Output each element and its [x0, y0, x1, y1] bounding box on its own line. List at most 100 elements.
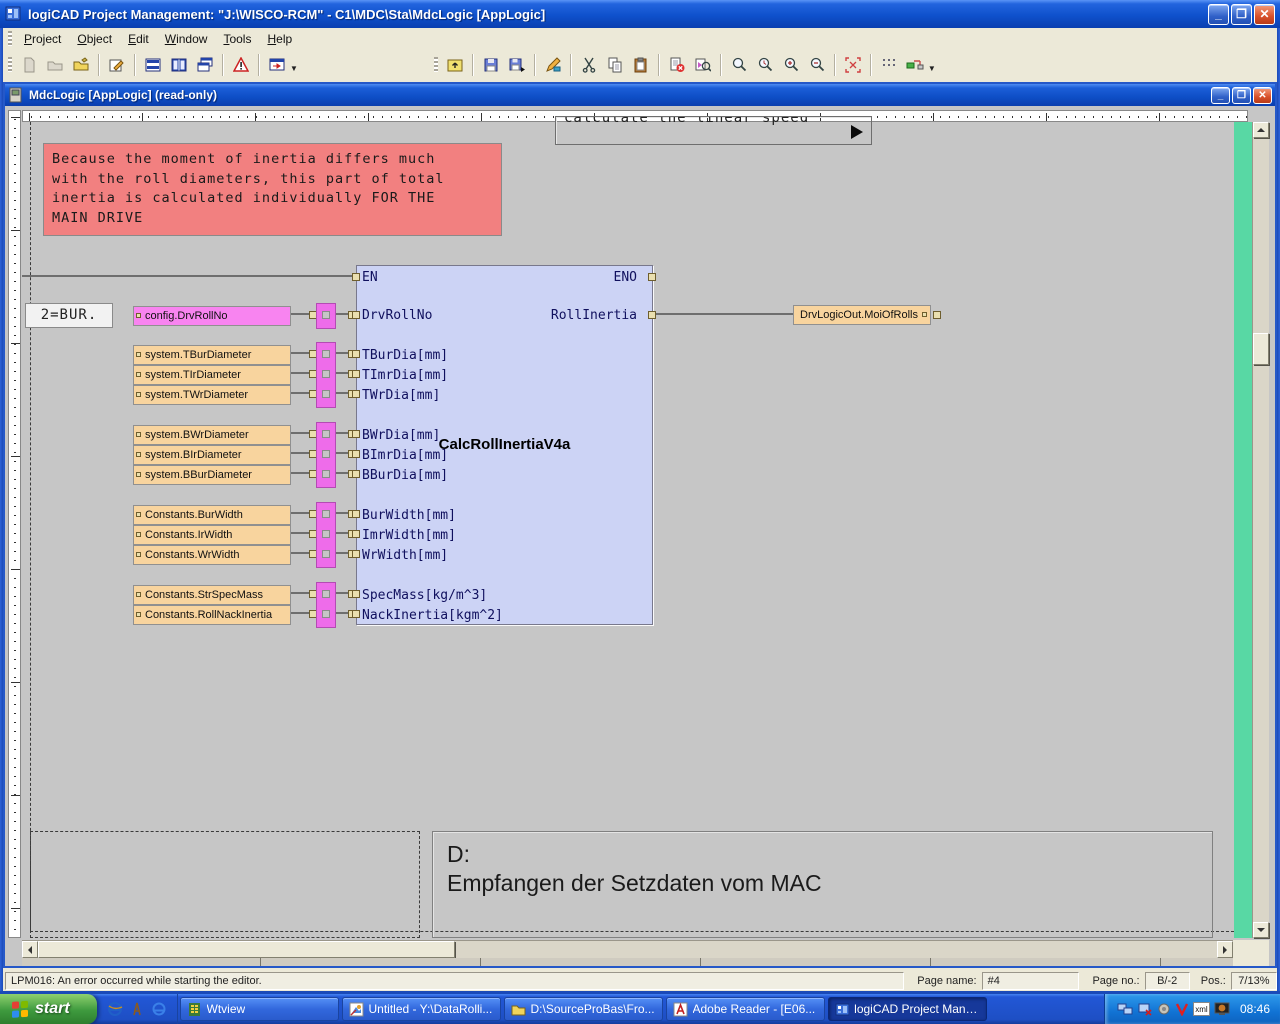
empty-frame-box[interactable]: [30, 831, 420, 938]
copy-button[interactable]: [602, 52, 628, 77]
message-window-button[interactable]: [228, 52, 254, 77]
flow-note-box[interactable]: calculate the linear speed: [555, 116, 872, 145]
quicklaunch-ie-icon[interactable]: [151, 1001, 167, 1017]
connector-block[interactable]: [316, 422, 336, 488]
vertical-scroll-thumb[interactable]: [1253, 333, 1269, 365]
save-button[interactable]: [478, 52, 504, 77]
windows-flag-icon: [10, 999, 30, 1019]
task-explorer-folder[interactable]: D:\SourceProBas\Fro...: [504, 997, 663, 1021]
signal-config-drvrollno[interactable]: config.DrvRollNo: [133, 306, 291, 326]
menu-project[interactable]: Project: [16, 30, 69, 48]
network-tray-icon[interactable]: [1117, 1002, 1133, 1016]
signal-birdiameter[interactable]: system.BIrDiameter: [133, 445, 291, 465]
new-document-button[interactable]: [16, 52, 42, 77]
block-pin: [352, 550, 360, 558]
zoom-in-button[interactable]: [778, 52, 804, 77]
editor-restore-button[interactable]: ❐: [1232, 87, 1251, 104]
horizontal-scroll-thumb[interactable]: [38, 941, 455, 958]
zoom-page-button[interactable]: [690, 52, 716, 77]
quicklaunch-browser-icon[interactable]: [107, 1001, 123, 1017]
antivirus-tray-icon[interactable]: [1175, 1002, 1189, 1016]
toolbar-gripper[interactable]: [8, 57, 12, 72]
connector-block[interactable]: [316, 582, 336, 628]
window-select-dropdown[interactable]: ▼: [290, 64, 298, 73]
open-project-button[interactable]: [42, 52, 68, 77]
zoom-time-button[interactable]: [752, 52, 778, 77]
task-adobe-reader[interactable]: Adobe Reader - [E06...: [666, 997, 825, 1021]
quicklaunch-app-icon[interactable]: [129, 1001, 145, 1017]
connection-mode-dropdown[interactable]: ▼: [928, 64, 936, 73]
xml-tray-icon[interactable]: xml: [1193, 1002, 1210, 1016]
open-folder-icon: [73, 57, 89, 73]
signal-rollnackinertia[interactable]: Constants.RollNackInertia: [133, 605, 291, 625]
taskbar-clock: 08:46: [1240, 1002, 1270, 1016]
start-button[interactable]: start: [0, 994, 97, 1024]
main-titlebar: logiCAD Project Management: "J:\WISCO-RC…: [0, 0, 1280, 28]
scroll-up-button[interactable]: [1253, 122, 1269, 138]
signal-tirdiameter[interactable]: system.TIrDiameter: [133, 365, 291, 385]
vertical-scrollbar[interactable]: [1252, 122, 1269, 938]
signal-wrwidth[interactable]: Constants.WrWidth: [133, 545, 291, 565]
task-logicad[interactable]: logiCAD Project Mana...: [828, 997, 987, 1021]
block-pin-input: TImrDia[mm]: [362, 368, 448, 383]
description-box[interactable]: D: Empfangen der Setzdaten vom MAC: [432, 831, 1213, 938]
fit-view-button[interactable]: [840, 52, 866, 77]
signal-bburdiameter[interactable]: system.BBurDiameter: [133, 465, 291, 485]
menubar-gripper[interactable]: [8, 31, 12, 46]
case-label-box[interactable]: 2=BUR.: [25, 303, 113, 328]
audio-tray-icon[interactable]: [1157, 1002, 1171, 1016]
editor-minimize-button[interactable]: _: [1211, 87, 1230, 104]
split-vertical-button[interactable]: [166, 52, 192, 77]
signal-tburdiameter[interactable]: system.TBurDiameter: [133, 345, 291, 365]
zoom-out-button[interactable]: [804, 52, 830, 77]
edit-mode-button[interactable]: [540, 52, 566, 77]
menu-window[interactable]: Window: [157, 30, 216, 48]
horizontal-scrollbar[interactable]: [22, 940, 1233, 958]
open-folder-button[interactable]: [68, 52, 94, 77]
delete-object-button[interactable]: [664, 52, 690, 77]
connector-block[interactable]: [316, 342, 336, 408]
signal-twrdiameter[interactable]: system.TWrDiameter: [133, 385, 291, 405]
window-select-button[interactable]: [264, 52, 290, 77]
save-page-button[interactable]: [504, 52, 530, 77]
device-tray-icon[interactable]: [1137, 1002, 1153, 1016]
connector-block[interactable]: [316, 502, 336, 568]
minimize-button[interactable]: _: [1208, 4, 1229, 25]
signal-burwidth[interactable]: Constants.BurWidth: [133, 505, 291, 525]
menu-edit[interactable]: Edit: [120, 30, 157, 48]
connection-mode-button[interactable]: [902, 52, 928, 77]
scroll-down-button[interactable]: [1253, 922, 1269, 938]
signal-bwrdiameter[interactable]: system.BWrDiameter: [133, 425, 291, 445]
connector-block[interactable]: [316, 303, 336, 329]
parent-folder-button[interactable]: [442, 52, 468, 77]
object-properties-button[interactable]: [104, 52, 130, 77]
toolbar-gripper-2[interactable]: [434, 57, 438, 72]
scroll-right-button[interactable]: [1217, 941, 1233, 958]
signal-strspecmass[interactable]: Constants.StrSpecMass: [133, 585, 291, 605]
comment-box[interactable]: Because the moment of inertia differs mu…: [43, 143, 502, 236]
editor-close-button[interactable]: ✕: [1253, 87, 1272, 104]
tab-divider: [700, 958, 701, 966]
signal-pin: [136, 452, 141, 457]
task-wtview[interactable]: Wtview: [180, 997, 339, 1021]
cut-button[interactable]: [576, 52, 602, 77]
grid-button[interactable]: [876, 52, 902, 77]
menu-tools[interactable]: Tools: [215, 30, 259, 48]
page-tab-strip[interactable]: [22, 958, 1233, 966]
split-horizontal-button[interactable]: [140, 52, 166, 77]
display-tray-icon[interactable]: [1214, 1002, 1230, 1016]
signal-irwidth[interactable]: Constants.IrWidth: [133, 525, 291, 545]
logic-canvas[interactable]: calculate the linear speed Because the m…: [5, 106, 1275, 966]
toolbar-separator: [134, 54, 136, 76]
grid-dots-icon: [881, 57, 897, 73]
cascade-windows-button[interactable]: [192, 52, 218, 77]
scroll-left-button[interactable]: [22, 941, 38, 958]
zoom-region-button[interactable]: [726, 52, 752, 77]
menu-help[interactable]: Help: [259, 30, 300, 48]
signal-output-moiofrolls[interactable]: DrvLogicOut.MoiOfRolls: [793, 305, 931, 325]
restore-button[interactable]: ❐: [1231, 4, 1252, 25]
paste-button[interactable]: [628, 52, 654, 77]
close-button[interactable]: ✕: [1254, 4, 1275, 25]
task-untitled[interactable]: Untitled - Y:\DataRolli...: [342, 997, 501, 1021]
menu-object[interactable]: Object: [69, 30, 120, 48]
